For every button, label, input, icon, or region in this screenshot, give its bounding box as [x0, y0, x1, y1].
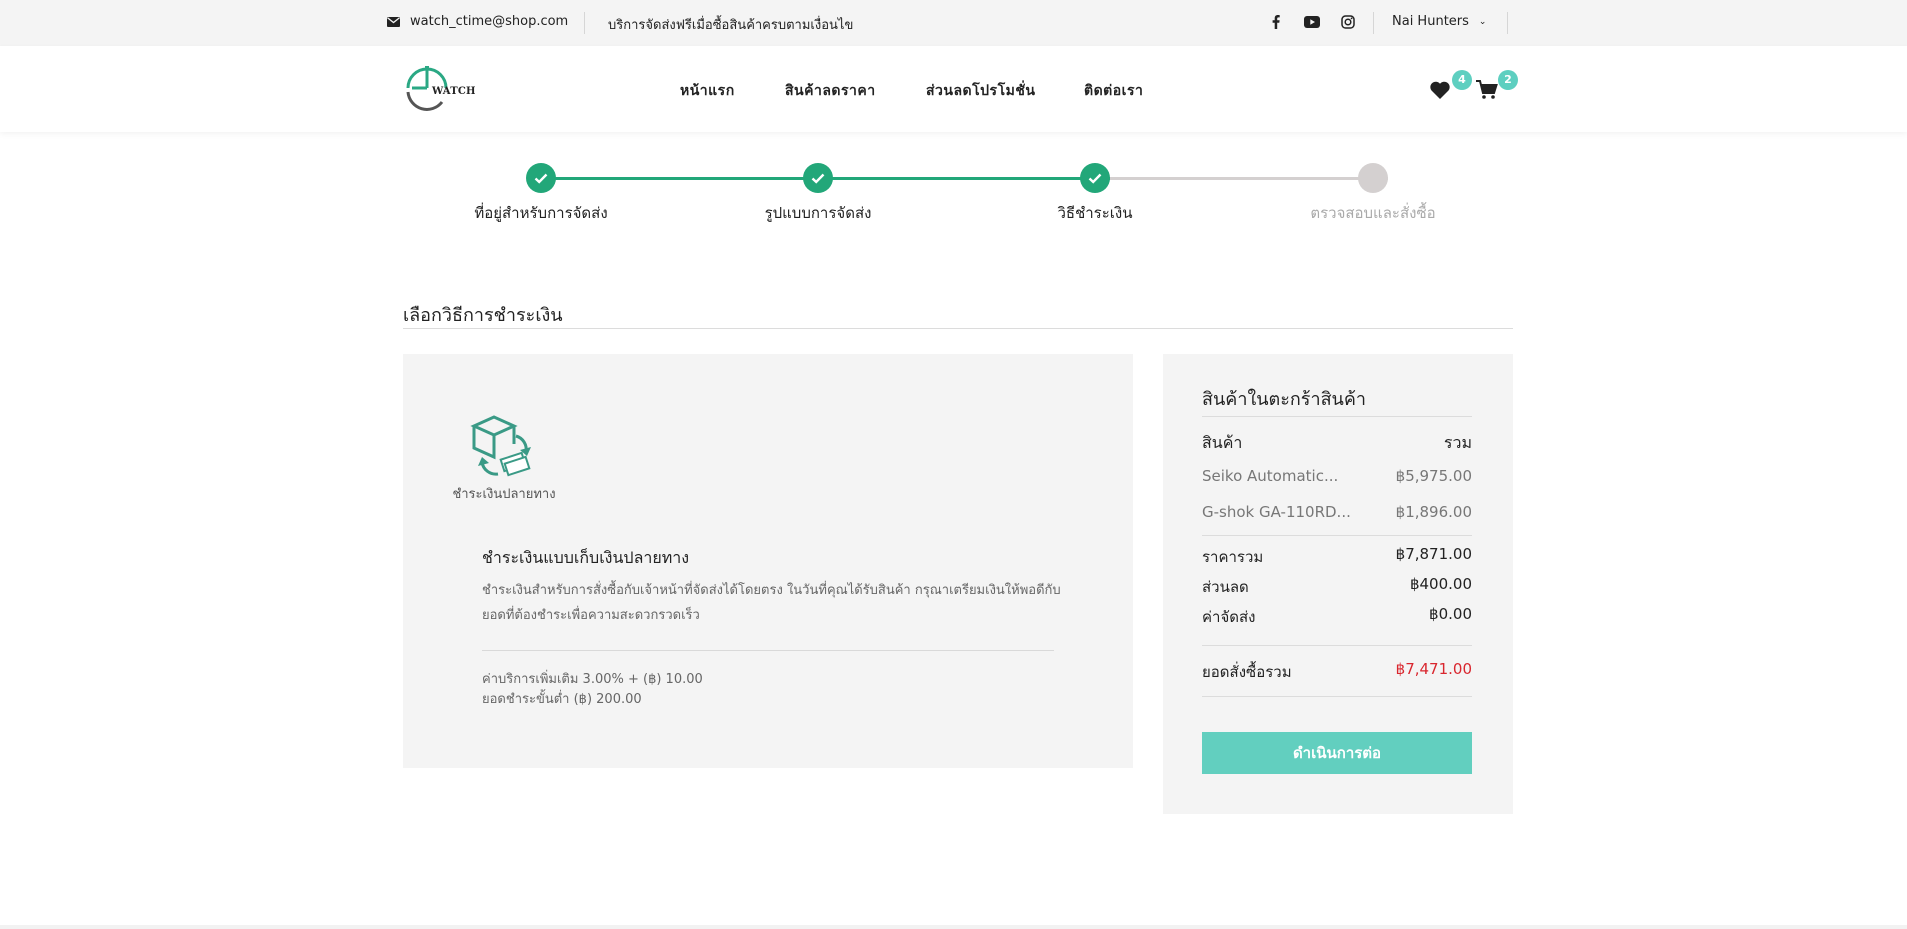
- page-title: เลือกวิธีการชำระเงิน: [403, 305, 563, 326]
- divider: [1202, 535, 1472, 536]
- divider: [1202, 416, 1472, 417]
- cart-item-price: ฿1,896.00: [1395, 503, 1472, 521]
- cod-box-icon: [470, 415, 531, 477]
- grand-total-value: ฿7,471.00: [1395, 660, 1472, 678]
- summary-title: สินค้าในตะกร้าสินค้า: [1202, 389, 1367, 410]
- subtotal-row: ราคารวม ฿7,871.00: [1202, 545, 1472, 569]
- nav-home[interactable]: หน้าแรก: [680, 80, 735, 102]
- nav-sale[interactable]: สินค้าลดราคา: [785, 80, 876, 102]
- step-2-check-icon: [803, 163, 833, 193]
- step-label-payment: วิธีชำระเงิน: [1057, 204, 1133, 222]
- discount-row: ส่วนลด ฿400.00: [1202, 575, 1472, 599]
- step-4-dot: [1358, 163, 1388, 193]
- cart-summary-panel: สินค้าในตะกร้าสินค้า สินค้า รวม Seiko Au…: [1163, 354, 1513, 814]
- email-text: watch_ctime@shop.com: [410, 14, 569, 29]
- nav-promotion[interactable]: ส่วนลดโปรโมชั่น: [926, 80, 1035, 102]
- heart-icon: [1430, 81, 1450, 99]
- column-total: รวม: [1443, 433, 1472, 452]
- summary-header-row: สินค้า รวม: [1202, 431, 1472, 456]
- divider: [403, 328, 1513, 329]
- discount-label: ส่วนลด: [1202, 578, 1249, 596]
- facebook-icon[interactable]: [1266, 14, 1286, 30]
- fee-note: ค่าบริการเพิ่มเติม 3.00% + (฿) 10.00: [482, 672, 703, 687]
- step-connector-pending: [1110, 177, 1388, 180]
- logo-text: WATCH: [432, 86, 476, 97]
- cart-count-badge: 2: [1498, 70, 1518, 90]
- step-3-check-icon: [1080, 163, 1110, 193]
- cart-item-name: Seiko Automatic...: [1202, 467, 1339, 485]
- shipping-label: ค่าจัดส่ง: [1202, 608, 1256, 626]
- cart-item-price: ฿5,975.00: [1395, 467, 1472, 485]
- shipping-row: ค่าจัดส่ง ฿0.00: [1202, 605, 1472, 629]
- shipping-value: ฿0.00: [1429, 605, 1472, 623]
- nav-contact[interactable]: ติดต่อเรา: [1084, 80, 1143, 102]
- step-1-check-icon: [526, 163, 556, 193]
- chevron-down-icon: ⌄: [1478, 16, 1487, 27]
- payment-method-panel: ชำระเงินปลายทาง ชำระเงินแบบเก็บเงินปลายท…: [403, 354, 1133, 768]
- step-connector-done: [833, 177, 1110, 180]
- grand-total-label: ยอดสั่งซื้อรวม: [1202, 663, 1292, 681]
- wishlist-button[interactable]: 4: [1429, 70, 1472, 104]
- main-header: WATCH หน้าแรก สินค้าลดราคา ส่วนลดโปรโมชั…: [0, 46, 1907, 132]
- divider: [1202, 645, 1472, 646]
- free-shipping-promo: บริการจัดส่งฟรีเมื่อซื้อสินค้าครบตามเงื่…: [608, 18, 854, 33]
- payment-option-cod[interactable]: ชำระเงินปลายทาง: [446, 414, 562, 514]
- cart-item-name: G-shok GA-110RD...: [1202, 503, 1351, 521]
- discount-value: ฿400.00: [1409, 575, 1472, 593]
- envelope-icon: [387, 16, 400, 27]
- grand-total-row: ยอดสั่งซื้อรวม ฿7,471.00: [1202, 660, 1472, 684]
- checkout-stepper: ที่อยู่สำหรับการจัดส่ง รูปแบบการจัดส่ง ว…: [0, 160, 1907, 230]
- divider: [1507, 12, 1508, 34]
- step-label-shipping: รูปแบบการจัดส่ง: [764, 204, 872, 222]
- divider: [584, 12, 585, 34]
- divider: [482, 650, 1054, 651]
- user-name: Nai Hunters: [1392, 14, 1469, 29]
- proceed-button[interactable]: ดำเนินการต่อ: [1202, 732, 1472, 774]
- youtube-icon[interactable]: [1302, 14, 1322, 30]
- subtotal-value: ฿7,871.00: [1395, 545, 1472, 563]
- cart-item-row: Seiko Automatic... ฿5,975.00: [1202, 467, 1472, 485]
- cart-item-row: G-shok GA-110RD... ฿1,896.00: [1202, 503, 1472, 521]
- divider: [1373, 12, 1374, 34]
- payment-method-description: ชำระเงินสำหรับการสั่งซื้อกับเจ้าหน้าที่จ…: [482, 583, 1061, 623]
- minimum-note: ยอดชำระขั้นต่ำ (฿) 200.00: [482, 692, 642, 707]
- user-menu[interactable]: Nai Hunters ⌄: [1392, 14, 1486, 29]
- step-label-address: ที่อยู่สำหรับการจัดส่ง: [474, 204, 608, 222]
- cart-icon: [1476, 80, 1498, 99]
- subtotal-label: ราคารวม: [1202, 548, 1264, 566]
- step-connector-done: [555, 177, 833, 180]
- divider: [1202, 696, 1472, 697]
- top-bar: watch_ctime@shop.com บริการจัดส่งฟรีเมื่…: [0, 0, 1907, 46]
- contact-email[interactable]: watch_ctime@shop.com: [387, 14, 568, 29]
- footer-edge: [0, 925, 1907, 929]
- step-label-review: ตรวจสอบและสั่งซื้อ: [1310, 204, 1436, 222]
- wishlist-count-badge: 4: [1452, 70, 1472, 90]
- cart-button[interactable]: 2: [1476, 70, 1518, 104]
- column-product: สินค้า: [1202, 433, 1243, 452]
- payment-option-label: ชำระเงินปลายทาง: [452, 487, 556, 502]
- instagram-icon[interactable]: [1338, 14, 1358, 30]
- payment-method-title: ชำระเงินแบบเก็บเงินปลายทาง: [482, 548, 690, 567]
